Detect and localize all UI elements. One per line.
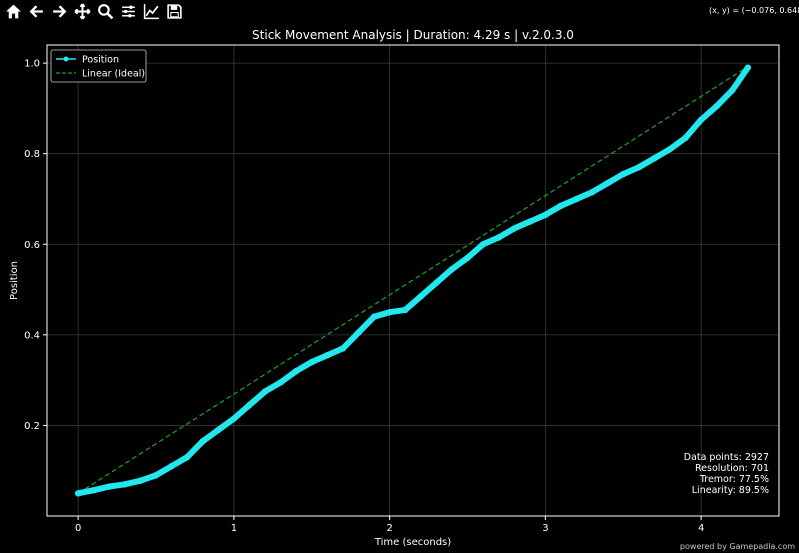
series-position-point [635, 164, 643, 171]
series-position-point [682, 134, 689, 142]
legend-ideal-label: Linear (Ideal) [82, 69, 145, 80]
edit-axis-button[interactable] [142, 2, 161, 21]
watermark: powered by Gamepadla.com [679, 542, 795, 551]
legend-position-marker [63, 56, 69, 62]
y-axis-label: Position [9, 261, 20, 300]
series-position-point [573, 195, 580, 203]
series-position-point [74, 490, 82, 497]
series-position-point [246, 401, 253, 409]
y-tick-label: 0.8 [24, 149, 40, 160]
magnifier-icon [98, 3, 114, 19]
series-position-point [417, 293, 424, 300]
series-position-point [183, 453, 191, 461]
pan-button[interactable] [73, 2, 92, 21]
series-position-point [666, 145, 674, 153]
chart-title: Stick Movement Analysis | Duration: 4.29… [252, 28, 574, 42]
series-position-point [433, 279, 440, 286]
back-button[interactable] [27, 2, 46, 21]
home-button[interactable] [4, 2, 23, 21]
arrow-left-icon [29, 4, 43, 18]
stats-annotation: Tremor: 77.5% [699, 474, 769, 485]
y-tick-label: 1.0 [24, 59, 40, 70]
series-position-point [121, 481, 129, 488]
series-linear-ideal-line [77, 67, 747, 494]
y-tick-label: 0.4 [24, 330, 40, 341]
x-tick-label: 2 [386, 523, 392, 534]
configure-subplots-button[interactable] [119, 2, 138, 21]
series-position-point [511, 225, 518, 232]
series-position-point [292, 367, 300, 375]
stats-annotation: Data points: 2927 [684, 452, 769, 463]
line-chart-icon [143, 3, 159, 19]
x-axis-label: Time (seconds) [374, 537, 451, 548]
zoom-button[interactable] [96, 2, 115, 21]
series-position-point [137, 477, 144, 484]
x-tick-label: 1 [231, 523, 237, 534]
series-position-point [557, 202, 565, 209]
series-position-point [697, 116, 705, 123]
y-tick-label: 0.2 [24, 421, 40, 432]
series-position-point [90, 486, 97, 494]
series-position-point [277, 379, 284, 386]
series-position-point [744, 64, 752, 71]
series-position-point [479, 241, 487, 248]
series-position-point [324, 352, 331, 359]
series-position-point [370, 313, 378, 320]
series-position-point [542, 211, 549, 219]
coordinate-readout: (x, y) = (−0.076, 0.648) [709, 6, 799, 15]
series-position-point [604, 179, 611, 187]
series-position-point [355, 329, 362, 336]
series-position-point [495, 234, 502, 241]
x-tick-label: 0 [75, 523, 81, 534]
series-position-point [168, 462, 175, 470]
series-position-point [261, 388, 269, 395]
save-button[interactable] [165, 2, 184, 21]
move-icon [74, 2, 91, 20]
series-position-point [588, 188, 596, 196]
x-tick-label: 3 [542, 523, 548, 534]
series-position-point [651, 155, 658, 162]
series-position-point [106, 483, 113, 490]
x-tick-label: 4 [698, 523, 704, 534]
legend-position-label: Position [82, 55, 119, 66]
series-position-point [339, 345, 347, 352]
series-position-point [199, 438, 206, 445]
forward-button[interactable] [50, 2, 69, 21]
series-position-point [152, 472, 160, 479]
series-position-point [448, 265, 456, 273]
series-position-point [464, 254, 471, 262]
series-position-point [620, 170, 627, 178]
series-position-point [713, 102, 720, 110]
floppy-disk-icon [167, 3, 182, 19]
series-position-point [729, 87, 736, 94]
series-position-point [215, 426, 222, 434]
series-position-point [402, 306, 409, 314]
chart: 0 1 2 3 4 0.2 0.4 0.6 0.8 1.0 Stick Movement Analy… [9, 28, 780, 548]
home-icon [6, 4, 21, 18]
stats-annotation: Linearity: 89.5% [692, 485, 769, 496]
series-position-point [230, 415, 238, 422]
series-position-point [526, 218, 534, 225]
stats-annotation: Resolution: 701 [695, 463, 769, 474]
series-position-point [386, 309, 393, 316]
toolbar: (x, y) = (−0.076, 0.648) [0, 0, 799, 22]
arrow-right-icon [53, 4, 67, 18]
series-position-point [308, 358, 315, 366]
sliders-icon [122, 5, 135, 17]
y-tick-label: 0.6 [24, 240, 40, 251]
